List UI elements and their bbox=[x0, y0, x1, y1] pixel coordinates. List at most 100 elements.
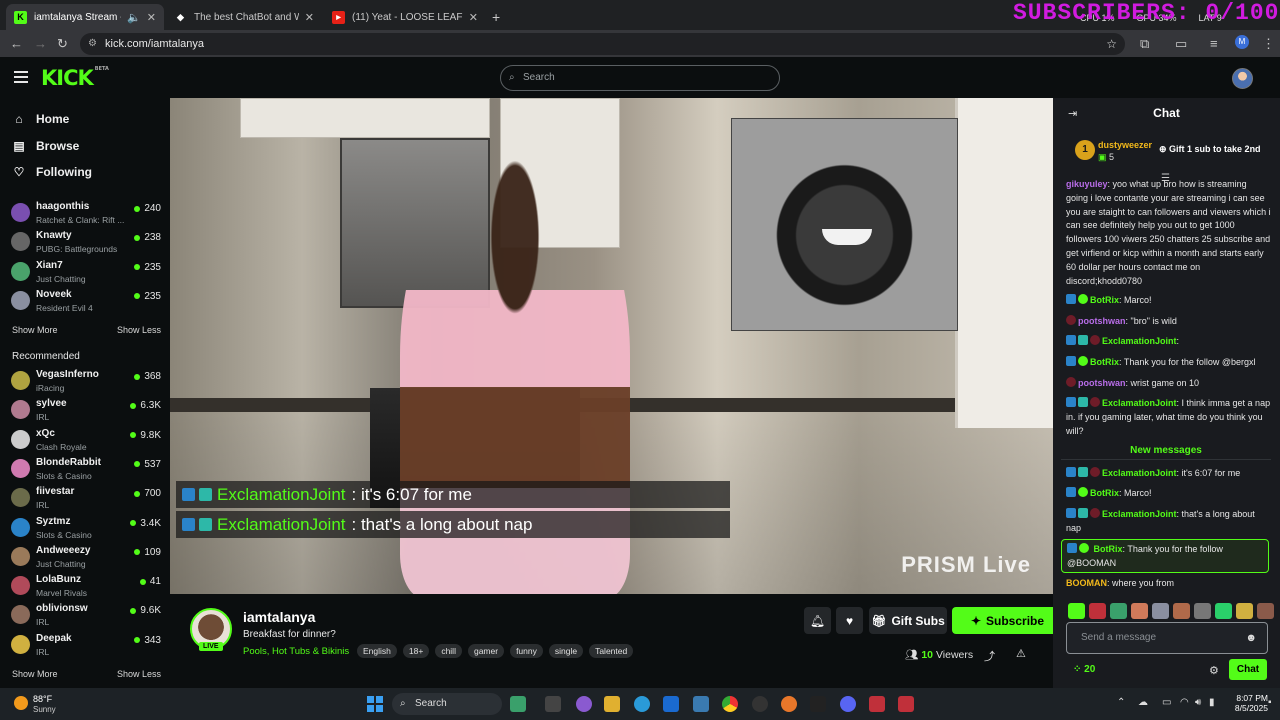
back-icon[interactable]: ← bbox=[10, 36, 23, 51]
extensions-icon[interactable]: ⧉ bbox=[1140, 36, 1149, 52]
chat-username[interactable]: ExclamationJoint bbox=[1102, 468, 1177, 478]
reload-icon[interactable]: ↻ bbox=[57, 36, 68, 52]
channel-row[interactable]: Syztmz Slots & Casino 3.4K bbox=[11, 515, 161, 543]
emote-icon[interactable] bbox=[1089, 603, 1106, 619]
tag-pill[interactable]: 18+ bbox=[402, 644, 430, 658]
share-icon[interactable]: ⤴ bbox=[984, 648, 995, 664]
tab-kick[interactable]: K iamtalanya Stream - Watch 🔈 ✕ bbox=[6, 4, 164, 30]
nav-following[interactable]: ♡ Following bbox=[12, 165, 92, 179]
chat-username[interactable]: BotRix bbox=[1094, 544, 1123, 554]
leader-username[interactable]: dustyweezer bbox=[1098, 140, 1152, 150]
tag-pill[interactable]: Talented bbox=[589, 644, 634, 658]
channel-points[interactable]: ⁘ 20 bbox=[1073, 664, 1095, 675]
epic-games-icon[interactable] bbox=[810, 696, 826, 712]
notification-bell-button[interactable]: 🔔︎ bbox=[804, 607, 831, 634]
channel-row[interactable]: Noveek Resident Evil 4 235 bbox=[11, 288, 161, 316]
bookmark-star-icon[interactable]: ☆ bbox=[1106, 33, 1117, 55]
chat-send-button[interactable]: Chat bbox=[1229, 659, 1267, 680]
video-player[interactable]: ExclamationJoint : it's 6:07 for me Excl… bbox=[170, 98, 1053, 594]
emote-icon[interactable] bbox=[1173, 603, 1190, 619]
streamer-name[interactable]: iamtalanya bbox=[243, 609, 315, 625]
recommended-show-less[interactable]: Show Less bbox=[117, 669, 161, 679]
emote-icon[interactable] bbox=[1215, 603, 1232, 619]
firefox-icon[interactable] bbox=[781, 696, 797, 712]
nav-home[interactable]: ⌂ Home bbox=[12, 112, 69, 126]
channel-row[interactable]: Xian7 Just Chatting 235 bbox=[11, 259, 161, 287]
widgets-icon[interactable] bbox=[510, 696, 526, 712]
chat-username[interactable]: BOOMAN bbox=[1066, 578, 1107, 588]
channel-row[interactable]: haagonthis Ratchet & Clank: Rift ... 240 bbox=[11, 200, 161, 228]
chat-username[interactable]: ExclamationJoint bbox=[1102, 398, 1177, 408]
new-tab-button[interactable]: + bbox=[484, 4, 504, 30]
subscribe-button[interactable]: ✦ Subscribe bbox=[952, 607, 1063, 634]
follow-button[interactable]: ♥ bbox=[836, 607, 863, 634]
emote-icon[interactable] bbox=[1152, 603, 1169, 619]
clock[interactable]: 8:07 PM 8/5/2025 bbox=[1222, 693, 1268, 713]
volume-icon[interactable]: 🔊︎ bbox=[1195, 697, 1201, 708]
emoji-picker-icon[interactable]: ☻ bbox=[1245, 623, 1257, 653]
tray-chevron-icon[interactable]: ⌃ bbox=[1117, 697, 1125, 708]
app-icon[interactable] bbox=[869, 696, 885, 712]
notifications-icon[interactable]: ▪ bbox=[1268, 697, 1272, 708]
emote-icon[interactable] bbox=[1236, 603, 1253, 619]
channel-row[interactable]: BlondeRabbit Slots & Casino 537 bbox=[11, 456, 161, 484]
weather-sun-icon[interactable] bbox=[14, 696, 28, 710]
media-icon[interactable]: ≡ bbox=[1210, 36, 1218, 51]
close-tab-icon[interactable]: ✕ bbox=[305, 11, 314, 24]
chat-username[interactable]: gikuyuley bbox=[1066, 179, 1108, 189]
profile-icon[interactable]: M bbox=[1235, 35, 1249, 49]
emote-icon[interactable] bbox=[1068, 603, 1085, 619]
weather-temp[interactable]: 88°F bbox=[33, 694, 52, 704]
chat-username[interactable]: pootshwan bbox=[1078, 316, 1126, 326]
outlook-icon[interactable] bbox=[663, 696, 679, 712]
search-input[interactable]: ⌕ Search bbox=[500, 65, 780, 91]
tag-pill[interactable]: funny bbox=[510, 644, 543, 658]
wifi-icon[interactable]: ◠ bbox=[1180, 697, 1189, 708]
tag-pill[interactable]: chill bbox=[435, 644, 462, 658]
channel-row[interactable]: VegasInferno iRacing 368 bbox=[11, 368, 161, 396]
chat-username[interactable]: pootshwan bbox=[1078, 378, 1126, 388]
channel-row[interactable]: sylvee IRL 6.3K bbox=[11, 397, 161, 425]
edge-icon[interactable] bbox=[634, 696, 650, 712]
obs-icon[interactable] bbox=[752, 696, 768, 712]
ime-icon[interactable]: ▭ bbox=[1162, 697, 1171, 708]
tag-pill[interactable]: gamer bbox=[467, 644, 505, 658]
cloud-icon[interactable]: ☁ bbox=[1138, 697, 1148, 708]
task-view-icon[interactable] bbox=[545, 696, 561, 712]
user-avatar[interactable] bbox=[1232, 68, 1253, 89]
emote-icon[interactable] bbox=[1131, 603, 1148, 619]
taskbar-search[interactable]: ⌕ Search bbox=[392, 693, 502, 715]
close-tab-icon[interactable]: ✕ bbox=[147, 11, 156, 24]
nav-browse[interactable]: ▤ Browse bbox=[12, 139, 79, 153]
kick-logo[interactable]: KICK BETA bbox=[41, 66, 109, 90]
chat-username[interactable]: BotRix bbox=[1090, 357, 1119, 367]
tab-chatbot[interactable]: ◆ The best ChatBot and Widgets ✕ bbox=[166, 4, 322, 30]
windows-start-icon[interactable] bbox=[367, 696, 383, 712]
speaker-icon[interactable]: 🔈 bbox=[127, 11, 141, 24]
tag-pill[interactable]: single bbox=[548, 644, 584, 658]
chat-username[interactable]: ExclamationJoint bbox=[1102, 336, 1177, 346]
following-show-more[interactable]: Show More bbox=[12, 325, 58, 335]
channel-row[interactable]: Knawty PUBG: Battlegrounds 238 bbox=[11, 229, 161, 257]
file-explorer-icon[interactable] bbox=[604, 696, 620, 712]
stream-category[interactable]: Pools, Hot Tubs & Bikinis bbox=[243, 646, 349, 657]
chat-settings-icon[interactable]: ⚙ bbox=[1209, 664, 1219, 677]
chat-username[interactable]: ExclamationJoint bbox=[1102, 509, 1177, 519]
cast-icon[interactable]: ▭ bbox=[1175, 36, 1187, 52]
site-info-icon[interactable]: ⚙ bbox=[88, 33, 97, 55]
channel-row[interactable]: xQc Clash Royale 9.8K bbox=[11, 427, 161, 455]
emote-icon[interactable] bbox=[1110, 603, 1127, 619]
emote-icon[interactable] bbox=[1257, 603, 1274, 619]
copilot-icon[interactable] bbox=[576, 696, 592, 712]
photos-icon[interactable] bbox=[693, 696, 709, 712]
gift-subs-button[interactable]: 🎁︎ Gift Subs bbox=[869, 607, 947, 634]
recommended-show-more[interactable]: Show More bbox=[12, 669, 58, 679]
discord-icon[interactable] bbox=[840, 696, 856, 712]
chat-username[interactable]: BotRix bbox=[1090, 295, 1119, 305]
channel-row[interactable]: LolaBunz Marvel Rivals 41 bbox=[11, 573, 161, 601]
forward-icon[interactable]: → bbox=[34, 36, 47, 51]
chrome-icon[interactable] bbox=[722, 696, 738, 712]
more-menu-icon[interactable]: ⋮ bbox=[1262, 36, 1275, 52]
chat-input[interactable]: Send a message ☻ bbox=[1066, 622, 1268, 654]
channel-row[interactable]: fiivestar IRL 700 bbox=[11, 485, 161, 513]
